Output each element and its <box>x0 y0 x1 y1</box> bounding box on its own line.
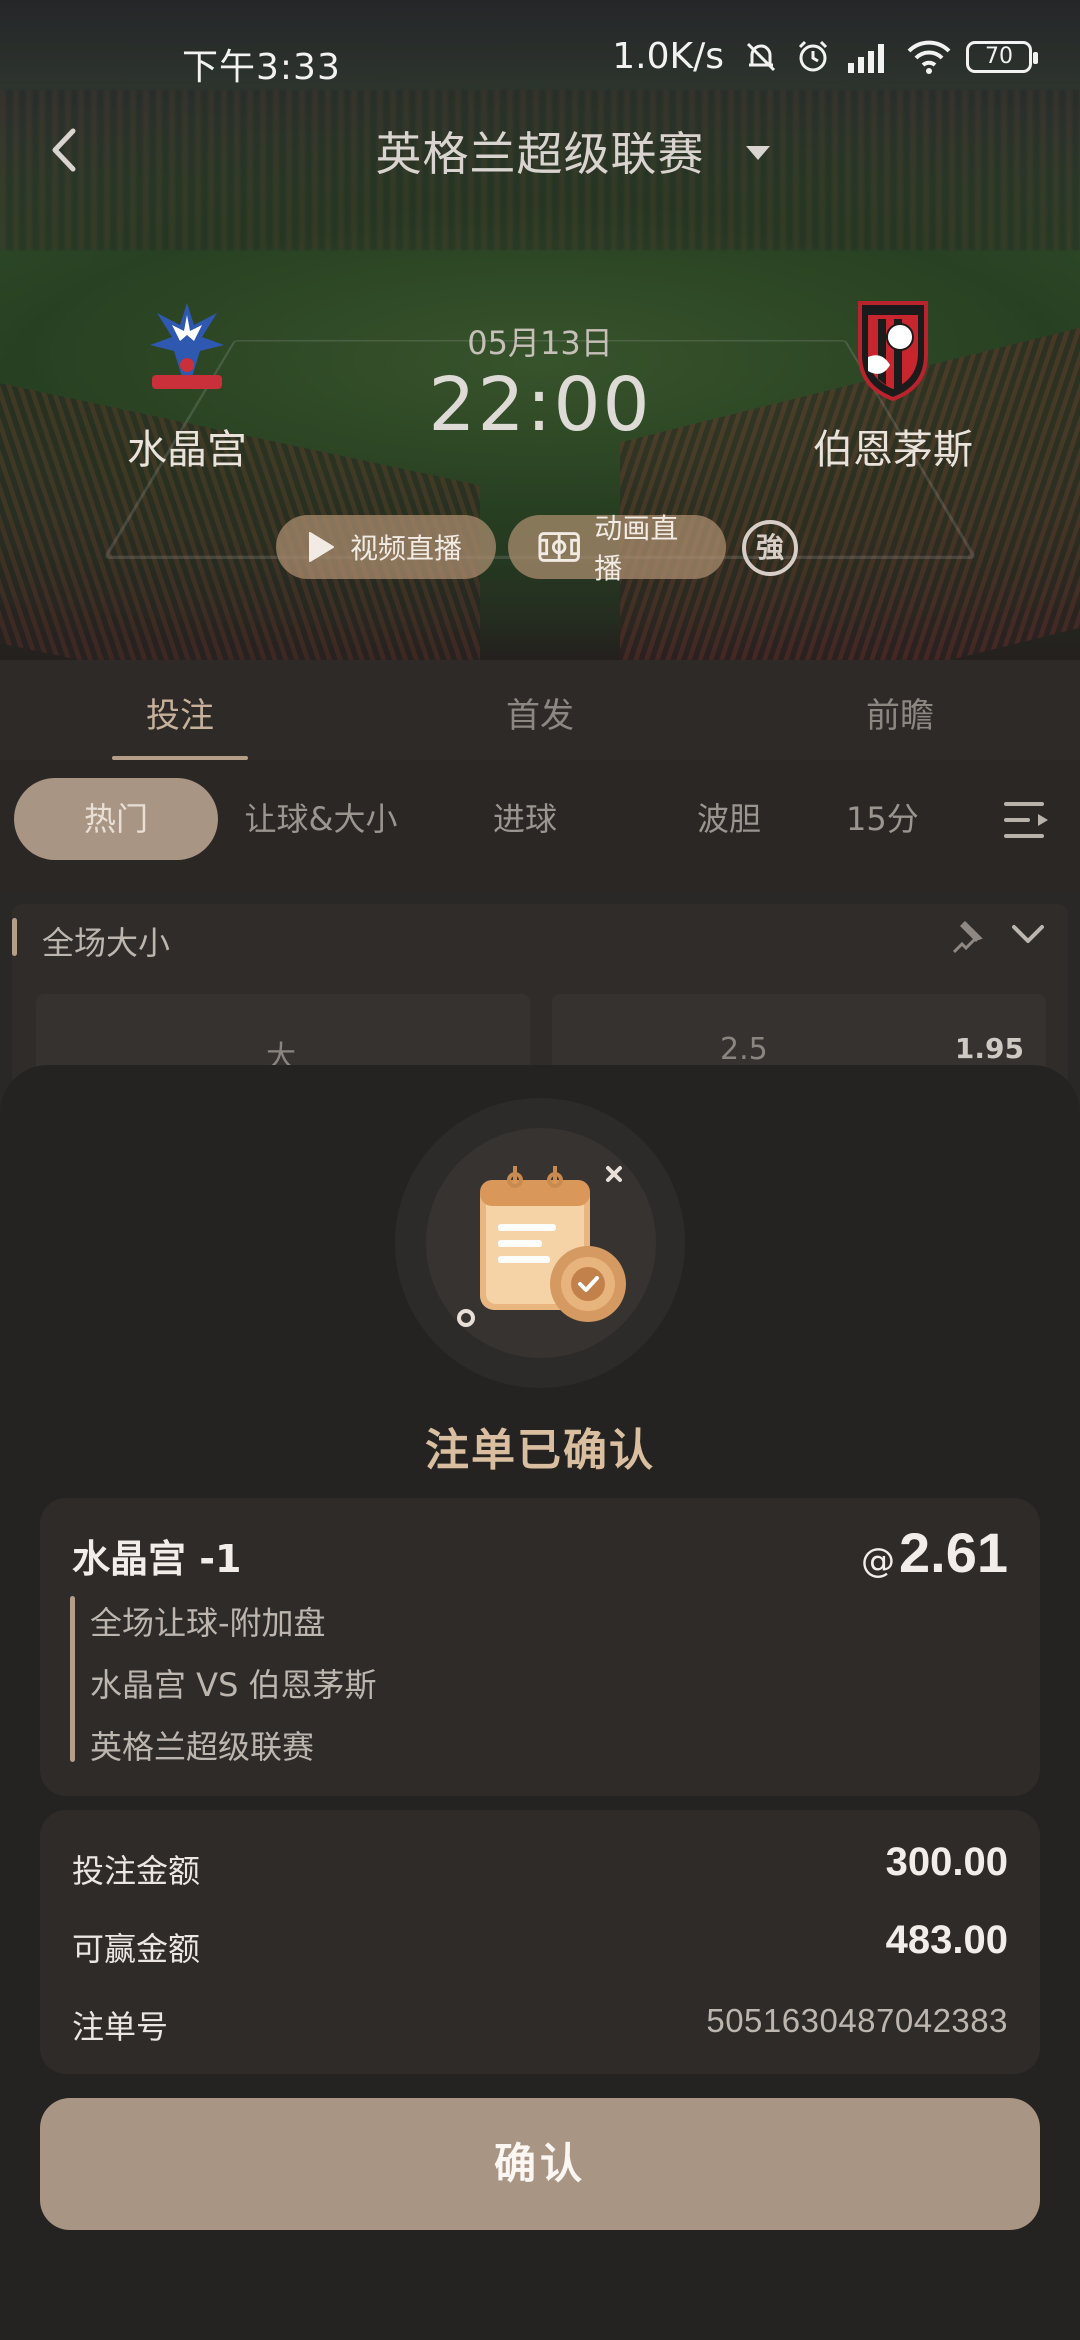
market-title: 全场大小 <box>42 924 171 962</box>
status-bar: 下午3:33 1.0K/s 70 <box>0 0 1080 120</box>
bet-odds-value: 2.61 <box>899 1521 1008 1584</box>
chevron-down-icon[interactable] <box>1010 922 1046 950</box>
stake-value: 300.00 <box>885 1840 1008 1884</box>
match-hero: 下午3:33 1.0K/s 70 英格兰超级联赛 水晶宫 05月13日 22:0… <box>0 0 1080 660</box>
tab-preview[interactable]: 前瞻 <box>800 688 1000 737</box>
market-filter-menu-icon[interactable] <box>1004 800 1050 840</box>
network-speed: 1.0K/s <box>612 36 724 77</box>
video-live-button[interactable]: 视频直播 <box>276 515 496 579</box>
bet-market: 全场让球-附加盘 <box>90 1604 326 1642</box>
bet-detail-card: 水晶宫 -1 @ 2.61 全场让球-附加盘 水晶宫 VS 伯恩茅斯 英格兰超级… <box>40 1498 1040 1796</box>
chip-hot[interactable]: 热门 <box>14 778 218 860</box>
bet-selection: 水晶宫 -1 <box>72 1537 242 1581</box>
order-number-value[interactable]: 5051630487042383 <box>706 2002 1008 2040</box>
odds-cell-line-value: 2.5 <box>720 1032 768 1067</box>
battery-icon: 70 <box>966 40 1038 73</box>
alarm-icon <box>798 40 828 71</box>
signal-icon <box>848 43 884 73</box>
play-icon <box>309 532 334 562</box>
chip-handicap-total[interactable]: 让球&大小 <box>226 778 416 860</box>
tab-bet[interactable]: 投注 <box>80 688 280 737</box>
odds-cell-odds-value: 1.95 <box>954 1032 1024 1065</box>
potential-win-value: 483.00 <box>885 1918 1008 1962</box>
video-live-label: 视频直播 <box>350 532 463 565</box>
stake-row: 投注金额 300.00 <box>72 1838 1008 1898</box>
tab-lineup[interactable]: 首发 <box>440 688 640 737</box>
detail-tabs: 投注 首发 前瞻 <box>0 660 1080 760</box>
away-team-name: 伯恩茅斯 <box>813 427 973 473</box>
pitch-icon <box>538 532 580 562</box>
bet-league: 英格兰超级联赛 <box>90 1728 315 1766</box>
chip-15min[interactable]: 15分 <box>846 778 956 860</box>
bet-summary-card: 投注金额 300.00 可赢金额 483.00 注单号 505163048704… <box>40 1810 1040 2074</box>
wifi-icon <box>907 40 951 74</box>
bet-odds-at: @ <box>861 1541 895 1581</box>
mute-bell-icon <box>746 42 776 71</box>
chip-goals[interactable]: 进球 <box>430 778 620 860</box>
league-title[interactable]: 英格兰超级联赛 <box>0 118 1080 184</box>
chip-correct-score[interactable]: 波胆 <box>634 778 824 860</box>
status-time: 下午3:33 <box>182 47 341 88</box>
strong-badge-icon[interactable]: 強 <box>742 520 798 576</box>
bet-odds: @ 2.61 <box>861 1520 1008 1585</box>
bet-slip-confirmed-icon <box>457 1166 626 1327</box>
market-category-chips: 热门 让球&大小 进球 波胆 15分 <box>0 760 1080 890</box>
pin-icon[interactable] <box>950 916 990 960</box>
away-team: 伯恩茅斯 <box>773 295 1013 475</box>
order-number-row: 注单号 5051630487042383 <box>72 1994 1008 2054</box>
bournemouth-crest-icon <box>858 301 928 402</box>
bet-fixture: 水晶宫 VS 伯恩茅斯 <box>90 1666 377 1704</box>
confirmation-title: 注单已确认 <box>425 1425 655 1476</box>
potential-win-row: 可赢金额 483.00 <box>72 1916 1008 1976</box>
animation-live-button[interactable]: 动画直播 <box>508 512 726 585</box>
potential-win-label: 可赢金额 <box>72 1930 201 1968</box>
animation-live-label: 动画直播 <box>594 512 679 585</box>
confirm-button[interactable]: 确认 <box>40 2098 1040 2230</box>
order-number-label: 注单号 <box>72 2008 169 2046</box>
stake-label: 投注金额 <box>72 1852 201 1890</box>
league-dropdown-caret-icon[interactable] <box>746 146 770 160</box>
